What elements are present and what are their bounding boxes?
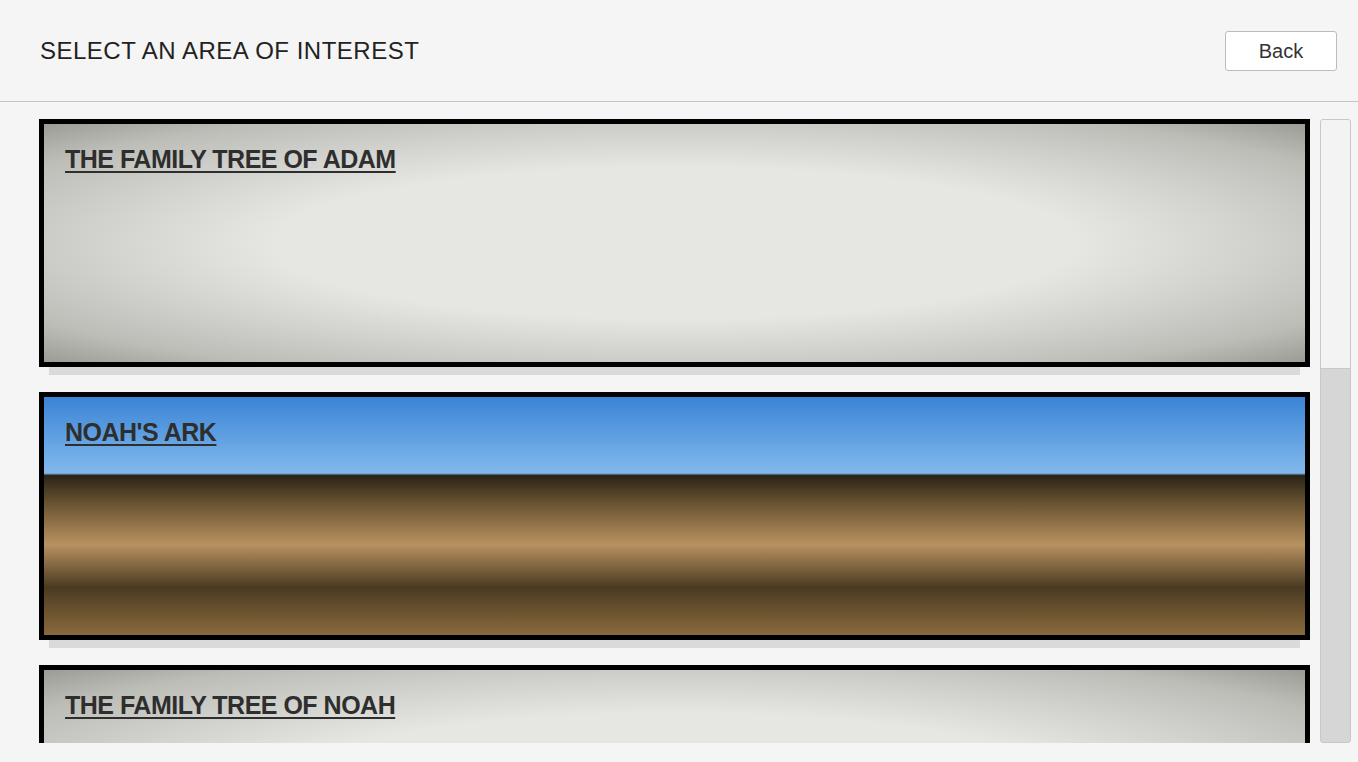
card-wrapper: NOAH'S ARK bbox=[39, 392, 1310, 648]
card-shadow bbox=[49, 640, 1300, 648]
card-wrapper: THE FAMILY TREE OF NOAH bbox=[39, 665, 1310, 743]
area-card[interactable]: THE FAMILY TREE OF NOAH bbox=[39, 665, 1310, 743]
card-wrapper: THE FAMILY TREE OF ADAM bbox=[39, 119, 1310, 375]
scrollbar-thumb[interactable] bbox=[1321, 120, 1350, 369]
scrollbar-track[interactable] bbox=[1320, 119, 1351, 743]
card-list: THE FAMILY TREE OF ADAM NOAH'S ARK THE FAM… bbox=[39, 119, 1310, 743]
card-title: THE FAMILY TREE OF NOAH bbox=[65, 690, 395, 720]
content: THE FAMILY TREE OF ADAM NOAH'S ARK THE FAM… bbox=[0, 102, 1358, 743]
card-title: THE FAMILY TREE OF ADAM bbox=[65, 144, 396, 174]
header: SELECT AN AREA OF INTEREST Back bbox=[0, 0, 1358, 102]
area-card[interactable]: NOAH'S ARK bbox=[39, 392, 1310, 640]
back-button[interactable]: Back bbox=[1225, 31, 1337, 71]
card-title: NOAH'S ARK bbox=[65, 417, 216, 447]
card-shadow bbox=[49, 367, 1300, 375]
area-card[interactable]: THE FAMILY TREE OF ADAM bbox=[39, 119, 1310, 367]
page-title: SELECT AN AREA OF INTEREST bbox=[40, 33, 419, 69]
